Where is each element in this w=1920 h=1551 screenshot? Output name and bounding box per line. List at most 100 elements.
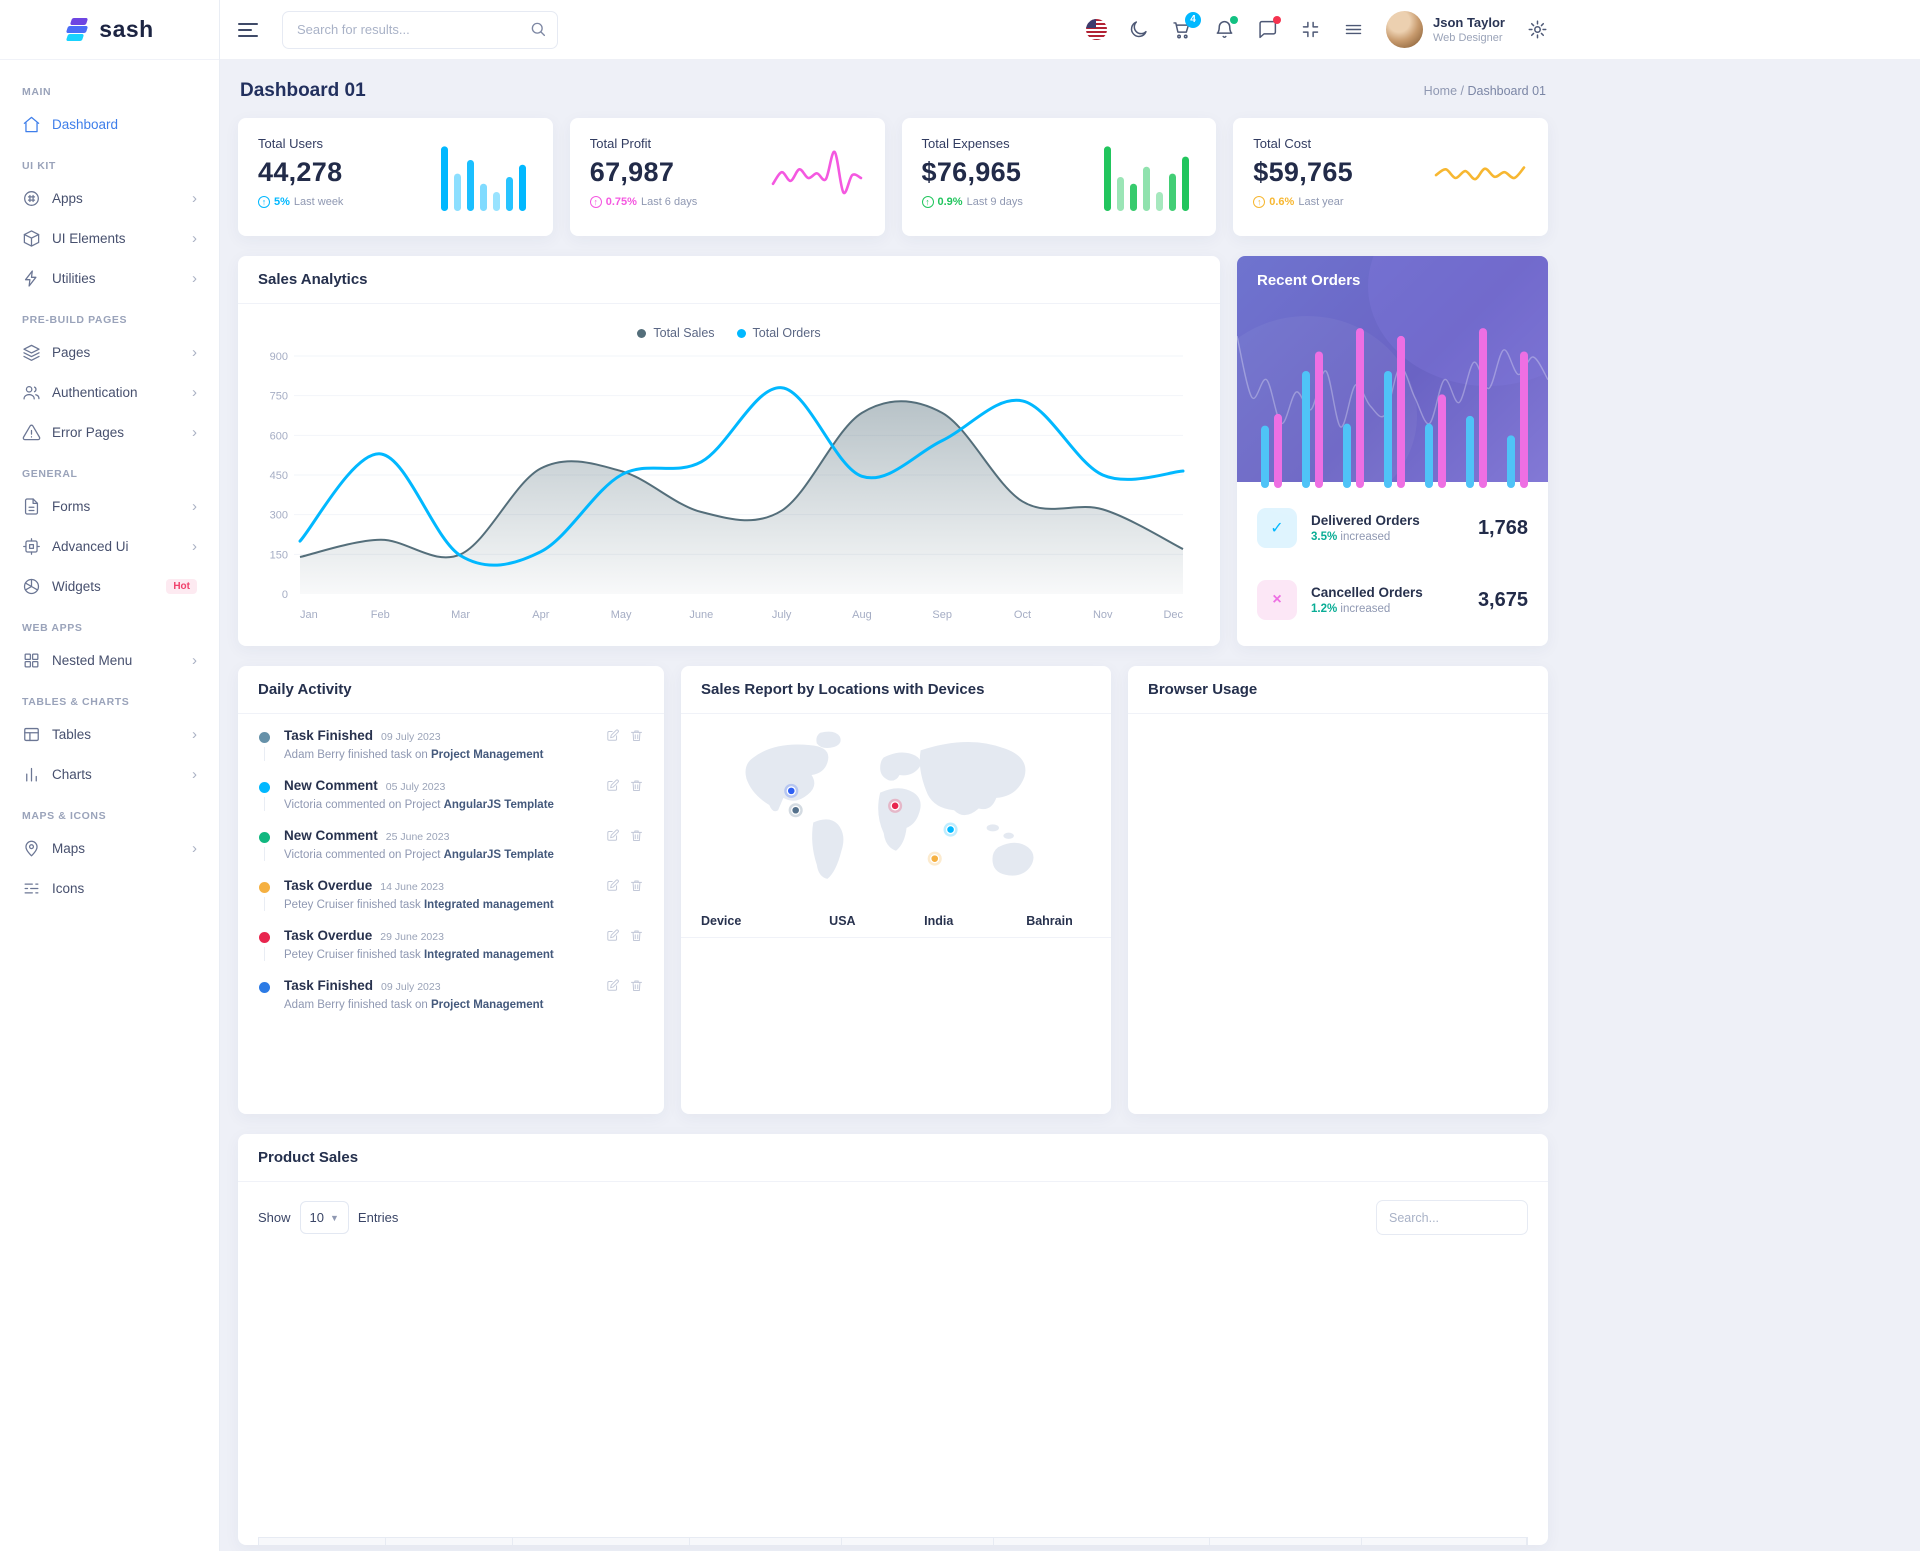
language-flag-icon[interactable] (1086, 19, 1107, 40)
cancelled-orders-row: × Cancelled Orders 1.2% increased 3,675 (1257, 564, 1528, 636)
browser-usage-card: Browser Usage (1128, 666, 1548, 1114)
search-input[interactable] (282, 11, 558, 49)
product-sales-title: Product Sales (258, 1149, 358, 1166)
legend-total-sales[interactable]: Total Sales (637, 326, 714, 340)
svg-text:Dec: Dec (1163, 609, 1183, 621)
timeline-dot (259, 782, 270, 793)
sidebar-item-pages[interactable]: Pages› (14, 332, 205, 372)
activity-item: Task Finished09 July 2023Adam Berry fini… (258, 728, 644, 778)
chart-legend: Total Sales Total Orders (248, 310, 1210, 342)
sidebar-nav: MAINDashboardUI KITApps›UI Elements›Util… (0, 60, 219, 928)
svg-text:900: 900 (270, 351, 288, 363)
edit-icon[interactable] (605, 928, 620, 943)
sidebar-item-nested-menu[interactable]: Nested Menu› (14, 640, 205, 680)
chevron-right-icon: › (192, 231, 197, 246)
users-icon (22, 382, 42, 402)
cart-icon[interactable]: 4 (1171, 19, 1193, 41)
svg-text:Feb: Feb (371, 609, 390, 621)
sidebar-item-utilities[interactable]: Utilities› (14, 258, 205, 298)
stat-cards-row: Total Users44,278↑5% Last weekTotal Prof… (238, 118, 1548, 236)
edit-icon[interactable] (605, 878, 620, 893)
sales-analytics-title: Sales Analytics (258, 271, 368, 288)
map-marker-usa-2[interactable] (792, 806, 800, 814)
box-icon (22, 228, 42, 248)
trash-icon[interactable] (629, 928, 644, 943)
sidebar-item-apps[interactable]: Apps› (14, 178, 205, 218)
map-marker-europe[interactable] (891, 802, 899, 810)
product-sales-card: Product Sales Show 10▼ Entries (238, 1134, 1548, 1545)
timeline-dot (259, 882, 270, 893)
trash-icon[interactable] (629, 828, 644, 843)
edit-icon[interactable] (605, 778, 620, 793)
map-marker-india[interactable] (947, 826, 955, 834)
activity-item: Task Finished09 July 2023Adam Berry fini… (258, 978, 644, 1028)
svg-text:Sep: Sep (932, 609, 952, 621)
chevron-right-icon: › (192, 499, 197, 514)
sidebar-item-advanced-ui[interactable]: Advanced Ui› (14, 526, 205, 566)
table-search-input[interactable] (1376, 1200, 1528, 1235)
daily-activity-card: Daily Activity Task Finished09 July 2023… (238, 666, 664, 1114)
sidebar-item-dashboard[interactable]: Dashboard (14, 104, 205, 144)
trash-icon[interactable] (629, 728, 644, 743)
trash-icon[interactable] (629, 778, 644, 793)
arrow-up-circle-icon: ↑ (590, 196, 602, 208)
search-icon[interactable] (529, 20, 547, 38)
show-label: Show (258, 1210, 291, 1225)
sidebar-item-forms[interactable]: Forms› (14, 486, 205, 526)
breadcrumb: Home / Dashboard 01 (1424, 84, 1546, 98)
table-icon (22, 724, 42, 744)
sidebar-item-widgets[interactable]: WidgetsHot (14, 566, 205, 606)
notification-dot (1230, 16, 1238, 24)
svg-text:June: June (689, 609, 713, 621)
sidebar-item-error-pages[interactable]: Error Pages› (14, 412, 205, 452)
daily-activity-title: Daily Activity (258, 681, 352, 698)
trash-icon[interactable] (629, 978, 644, 993)
edit-icon[interactable] (605, 728, 620, 743)
dark-mode-moon-icon[interactable] (1128, 19, 1150, 41)
activity-item: New Comment25 June 2023Victoria commente… (258, 828, 644, 878)
map-marker-usa-1[interactable] (787, 787, 795, 795)
messages-icon[interactable] (1257, 19, 1279, 41)
notifications-bell-icon[interactable] (1214, 19, 1236, 41)
chevron-right-icon: › (192, 539, 197, 554)
user-avatar (1386, 11, 1423, 48)
sales-report-card: Sales Report by Locations with Devices (681, 666, 1111, 1114)
right-sidebar-toggle-icon[interactable] (1343, 19, 1365, 41)
sidebar-toggle-icon[interactable] (238, 19, 258, 41)
breadcrumb-home[interactable]: Home (1424, 84, 1457, 98)
trash-icon[interactable] (629, 878, 644, 893)
chevron-right-icon: › (192, 727, 197, 742)
message-dot (1273, 16, 1281, 24)
page-title: Dashboard 01 (240, 80, 366, 102)
chevron-right-icon: › (192, 191, 197, 206)
sales-analytics-chart: 0150300450600750900JanFebMarAprMayJuneJu… (248, 342, 1203, 632)
sidebar-section-label: UI KIT (22, 160, 197, 172)
recent-orders-card: Recent Orders ✓ Delivered Orders 3.5% in… (1237, 256, 1548, 646)
edit-icon[interactable] (605, 978, 620, 993)
apps-icon (22, 188, 42, 208)
legend-total-orders[interactable]: Total Orders (737, 326, 821, 340)
sparkline-total-expenses (1100, 139, 1196, 215)
sidebar-item-charts[interactable]: Charts› (14, 754, 205, 794)
svg-text:May: May (611, 609, 632, 621)
activity-list: Task Finished09 July 2023Adam Berry fini… (238, 714, 664, 1028)
sidebar-item-ui-elements[interactable]: UI Elements› (14, 218, 205, 258)
page-size-select[interactable]: 10▼ (300, 1201, 349, 1234)
fullscreen-icon[interactable] (1300, 19, 1322, 41)
chevron-right-icon: › (192, 345, 197, 360)
settings-gear-icon[interactable] (1526, 19, 1548, 41)
brand-logo[interactable]: sash (0, 0, 219, 60)
map-marker-bahrain[interactable] (931, 855, 939, 863)
sidebar-item-tables[interactable]: Tables› (14, 714, 205, 754)
sidebar-section-label: MAPS & ICONS (22, 810, 197, 822)
sidebar-item-icons[interactable]: Icons (14, 868, 205, 908)
edit-icon[interactable] (605, 828, 620, 843)
stat-card-total-profit: Total Profit67,987↑0.75% Last 6 days (570, 118, 885, 236)
user-menu[interactable]: Json Taylor Web Designer (1386, 11, 1505, 48)
svg-text:Nov: Nov (1093, 609, 1113, 621)
aperture-icon (22, 576, 42, 596)
timeline-dot (259, 832, 270, 843)
chevron-right-icon: › (192, 271, 197, 286)
sidebar-item-authentication[interactable]: Authentication› (14, 372, 205, 412)
sidebar-item-maps[interactable]: Maps› (14, 828, 205, 868)
